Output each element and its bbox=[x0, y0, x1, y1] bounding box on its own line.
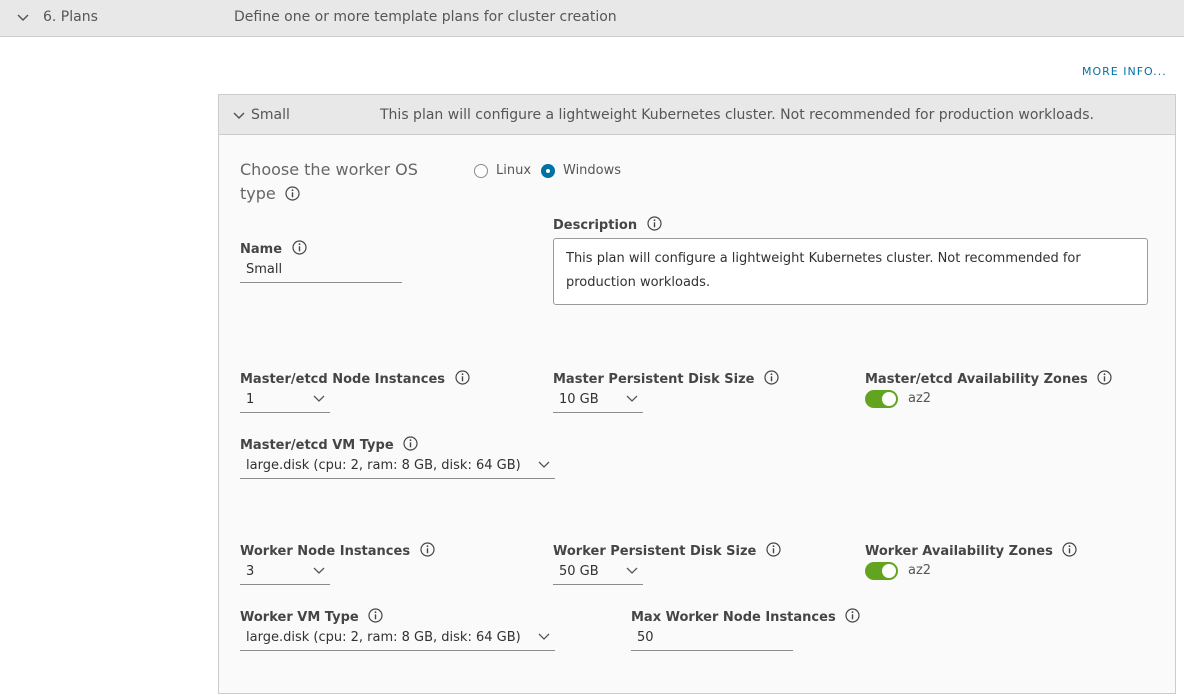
more-info-link[interactable]: MORE INFO... bbox=[1082, 65, 1167, 78]
info-icon[interactable] bbox=[766, 542, 781, 557]
windows-radio-label: Windows bbox=[563, 163, 622, 178]
master-az-zone: az2 bbox=[908, 391, 932, 406]
worker-az-label: Worker Availability Zones bbox=[865, 542, 1077, 559]
chevron-down-icon bbox=[626, 395, 638, 402]
plan-title: Small bbox=[251, 107, 290, 123]
os-type-label: Choose the worker OS type bbox=[240, 160, 418, 203]
master-instances-label: Master/etcd Node Instances bbox=[240, 370, 470, 387]
worker-vm-type-label: Worker VM Type bbox=[240, 608, 383, 625]
plan-summary: This plan will configure a lightweight K… bbox=[380, 107, 1094, 123]
info-icon[interactable] bbox=[454, 370, 470, 385]
info-icon[interactable] bbox=[285, 186, 300, 201]
info-icon[interactable] bbox=[647, 216, 662, 231]
description-label: Description bbox=[553, 216, 662, 233]
info-icon[interactable] bbox=[764, 370, 779, 385]
info-icon[interactable] bbox=[1097, 370, 1112, 385]
plan-name-input[interactable]: Small bbox=[240, 261, 402, 283]
worker-az-toggle[interactable] bbox=[865, 562, 898, 580]
chevron-down-icon bbox=[538, 633, 550, 640]
info-icon[interactable] bbox=[419, 542, 435, 557]
info-icon[interactable] bbox=[1062, 542, 1077, 557]
worker-az-zone: az2 bbox=[908, 563, 932, 578]
chevron-down-icon bbox=[626, 567, 638, 574]
chevron-down-icon[interactable] bbox=[233, 111, 245, 121]
chevron-down-icon bbox=[313, 395, 325, 402]
info-icon[interactable] bbox=[291, 240, 307, 255]
master-vm-type-select[interactable]: large.disk (cpu: 2, ram: 8 GB, disk: 64 … bbox=[240, 457, 555, 479]
info-icon[interactable] bbox=[368, 608, 383, 623]
worker-instances-label: Worker Node Instances bbox=[240, 542, 435, 559]
chevron-down-icon bbox=[538, 461, 550, 468]
master-az-toggle[interactable] bbox=[865, 390, 898, 408]
worker-vm-type-select[interactable]: large.disk (cpu: 2, ram: 8 GB, disk: 64 … bbox=[240, 629, 555, 651]
max-worker-label: Max Worker Node Instances bbox=[631, 608, 860, 625]
description-textarea[interactable]: This plan will configure a lightweight K… bbox=[553, 238, 1148, 305]
worker-disk-label: Worker Persistent Disk Size bbox=[553, 542, 781, 559]
linux-radio[interactable] bbox=[474, 164, 488, 178]
section-description: Define one or more template plans for cl… bbox=[234, 9, 617, 25]
master-vm-type-label: Master/etcd VM Type bbox=[240, 436, 418, 453]
linux-radio-label: Linux bbox=[496, 163, 532, 178]
max-worker-input[interactable]: 50 bbox=[631, 629, 793, 651]
master-az-label: Master/etcd Availability Zones bbox=[865, 370, 1112, 387]
chevron-down-icon[interactable] bbox=[17, 13, 29, 23]
section-title: 6. Plans bbox=[43, 9, 98, 25]
name-label: Name bbox=[240, 240, 307, 257]
info-icon[interactable] bbox=[845, 608, 860, 623]
info-icon[interactable] bbox=[403, 436, 418, 451]
windows-radio[interactable] bbox=[541, 164, 555, 178]
chevron-down-icon bbox=[313, 567, 325, 574]
master-disk-label: Master Persistent Disk Size bbox=[553, 370, 779, 387]
